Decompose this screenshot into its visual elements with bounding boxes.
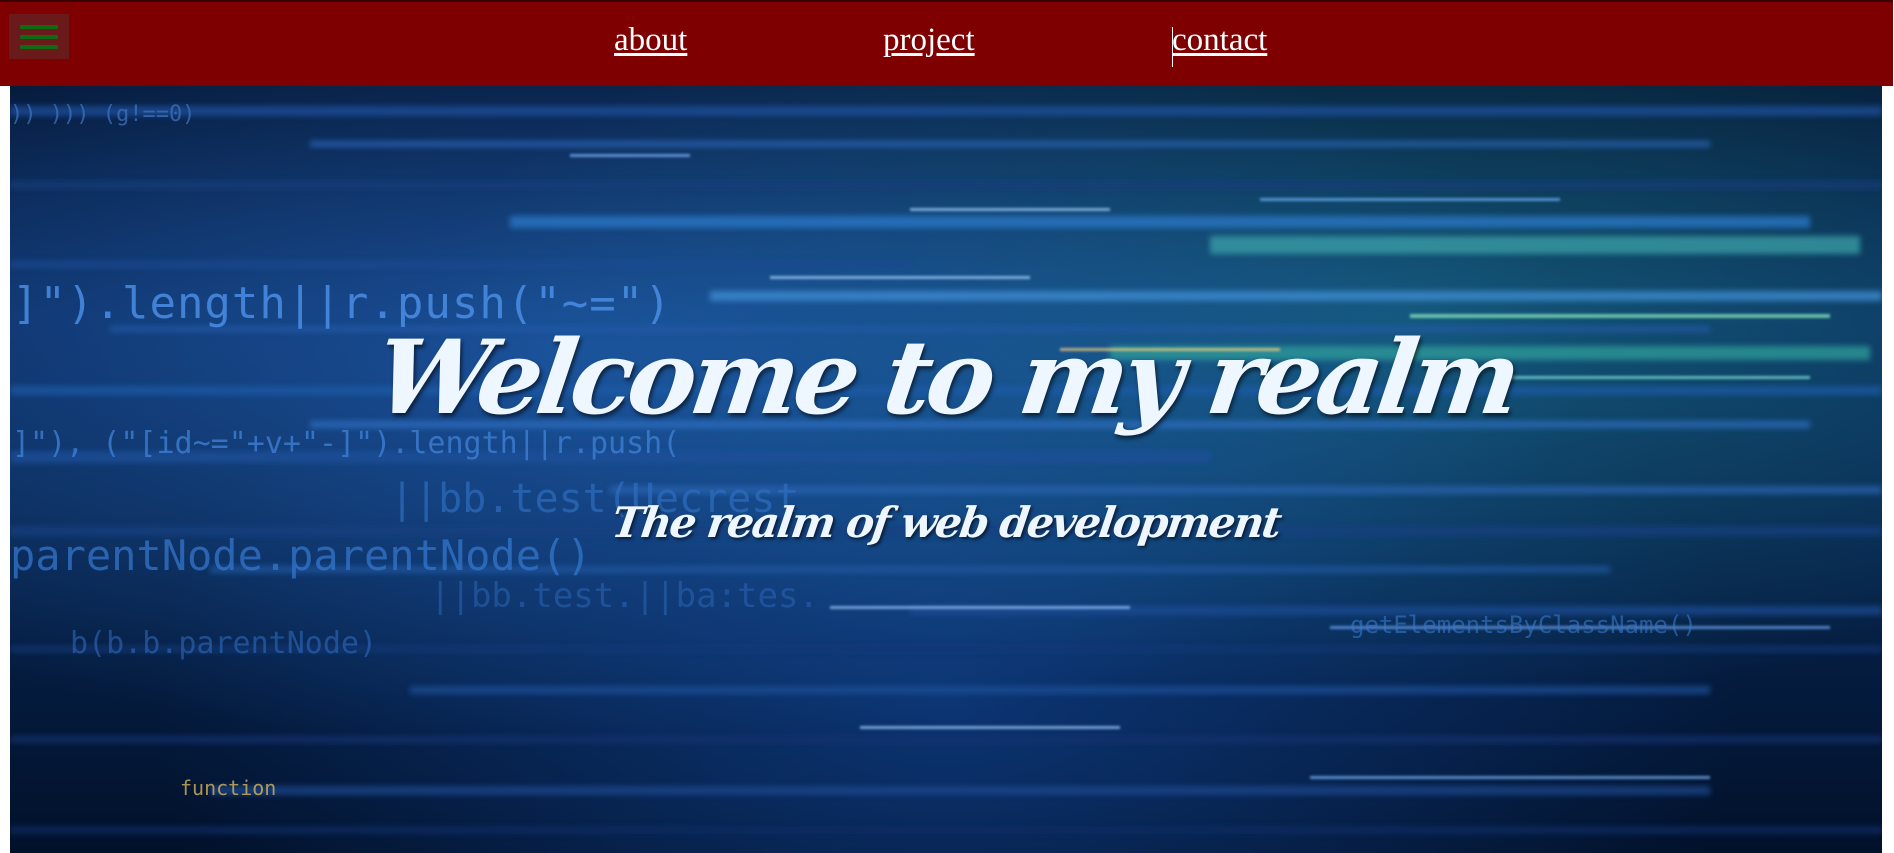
hamburger-menu-button[interactable] [9, 14, 69, 59]
code-background-image [10, 106, 1882, 834]
menu-bar-1 [20, 24, 58, 29]
code-line-1: )) ))) (g!==0) [10, 102, 196, 127]
hero-title: Welcome to my realm [368, 318, 1524, 438]
hero-banner: )) ))) (g!==0) ]").length||r.push("~=") … [10, 86, 1882, 853]
nav-link-about[interactable]: about [614, 24, 687, 57]
nav-link-contact[interactable]: contact [1172, 24, 1267, 57]
code-line-6: ||bb.test.||ba:tes. [430, 576, 819, 616]
menu-bar-3 [20, 44, 58, 49]
nav-link-project[interactable]: project [883, 24, 975, 57]
top-navbar: about project contact [0, 0, 1893, 86]
code-line-8: function [180, 776, 277, 800]
menu-bar-2 [20, 34, 58, 39]
code-line-9: getElementsByClassName() [1350, 611, 1697, 639]
code-line-7: b(b.b.parentNode) [70, 626, 378, 661]
hero-subtitle: The realm of web development [608, 498, 1284, 547]
